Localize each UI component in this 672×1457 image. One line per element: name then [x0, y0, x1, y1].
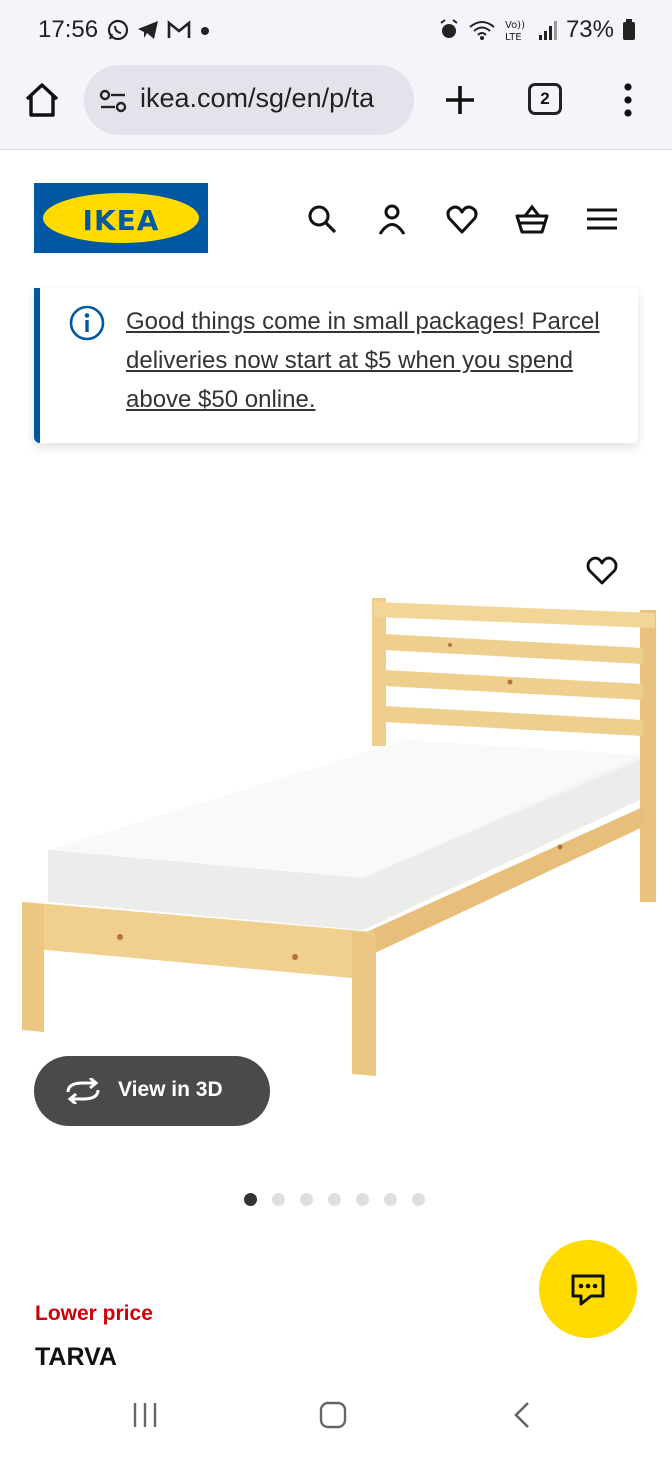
notification-icons [106, 18, 212, 42]
pagination-dot[interactable] [412, 1193, 425, 1206]
price-badge: Lower price [35, 1302, 153, 1325]
home-nav-icon[interactable] [318, 1400, 348, 1430]
battery-percentage: 73% [565, 16, 614, 43]
site-settings-icon[interactable] [98, 86, 128, 116]
wifi-icon [469, 21, 495, 40]
logo-oval: IKEA [43, 193, 199, 243]
status-time: 17:56 [38, 16, 99, 43]
cart-icon[interactable] [514, 201, 550, 237]
product-gallery[interactable]: View in 3D [0, 470, 672, 1170]
svg-text:LTE: LTE [505, 32, 522, 42]
battery-icon [623, 19, 635, 40]
status-bar: 17:56 Vo)) LTE 73% [0, 0, 672, 62]
alarm-icon [440, 19, 458, 38]
wishlist-icon[interactable] [444, 201, 480, 237]
ikea-logo[interactable]: IKEA [34, 183, 208, 253]
image-pagination [244, 1193, 425, 1206]
notice-link[interactable]: Good things come in small packages! Parc… [126, 302, 626, 419]
recent-apps-icon[interactable] [130, 1400, 160, 1430]
chat-icon [571, 1274, 605, 1306]
site-header: IKEA [0, 151, 672, 286]
dot-icon [201, 27, 209, 35]
url-text[interactable]: ikea.com/sg/en/p/ta [140, 83, 402, 114]
pagination-dot[interactable] [328, 1193, 341, 1206]
back-icon[interactable] [508, 1400, 538, 1430]
home-icon[interactable] [22, 80, 62, 120]
delivery-notice: Good things come in small packages! Parc… [34, 288, 638, 443]
view-in-3d-button[interactable]: View in 3D [34, 1056, 270, 1126]
tab-switcher-button[interactable]: 2 [528, 83, 562, 115]
browser-toolbar: ikea.com/sg/en/p/ta 2 [0, 62, 672, 150]
gmail-icon [167, 20, 191, 38]
product-name: TARVA [35, 1343, 117, 1371]
signal-icon [538, 21, 557, 40]
system-navigation-bar [0, 1380, 672, 1457]
info-icon [69, 305, 105, 341]
hamburger-menu-icon[interactable] [584, 201, 620, 237]
product-image [22, 598, 656, 1076]
system-status-icons: Vo)) LTE 73% [438, 16, 636, 44]
volte-icon: Vo))LTE [505, 20, 525, 42]
pagination-dot[interactable] [300, 1193, 313, 1206]
whatsapp-icon [107, 19, 129, 41]
svg-text:Vo)): Vo)) [505, 20, 525, 31]
search-icon[interactable] [304, 201, 340, 237]
chat-button[interactable] [539, 1240, 637, 1338]
pagination-dot[interactable] [244, 1193, 257, 1206]
pagination-dot[interactable] [356, 1193, 369, 1206]
account-icon[interactable] [374, 201, 410, 237]
more-menu-icon[interactable] [618, 80, 638, 120]
telegram-icon [138, 21, 158, 39]
logo-text: IKEA [82, 204, 160, 237]
new-tab-icon[interactable] [440, 80, 480, 120]
add-to-wishlist-icon[interactable] [584, 553, 620, 587]
pagination-dot[interactable] [272, 1193, 285, 1206]
view-in-3d-label: View in 3D [118, 1078, 223, 1101]
address-bar[interactable]: ikea.com/sg/en/p/ta [84, 65, 414, 135]
pagination-dot[interactable] [384, 1193, 397, 1206]
rotate-3d-icon [66, 1078, 100, 1104]
